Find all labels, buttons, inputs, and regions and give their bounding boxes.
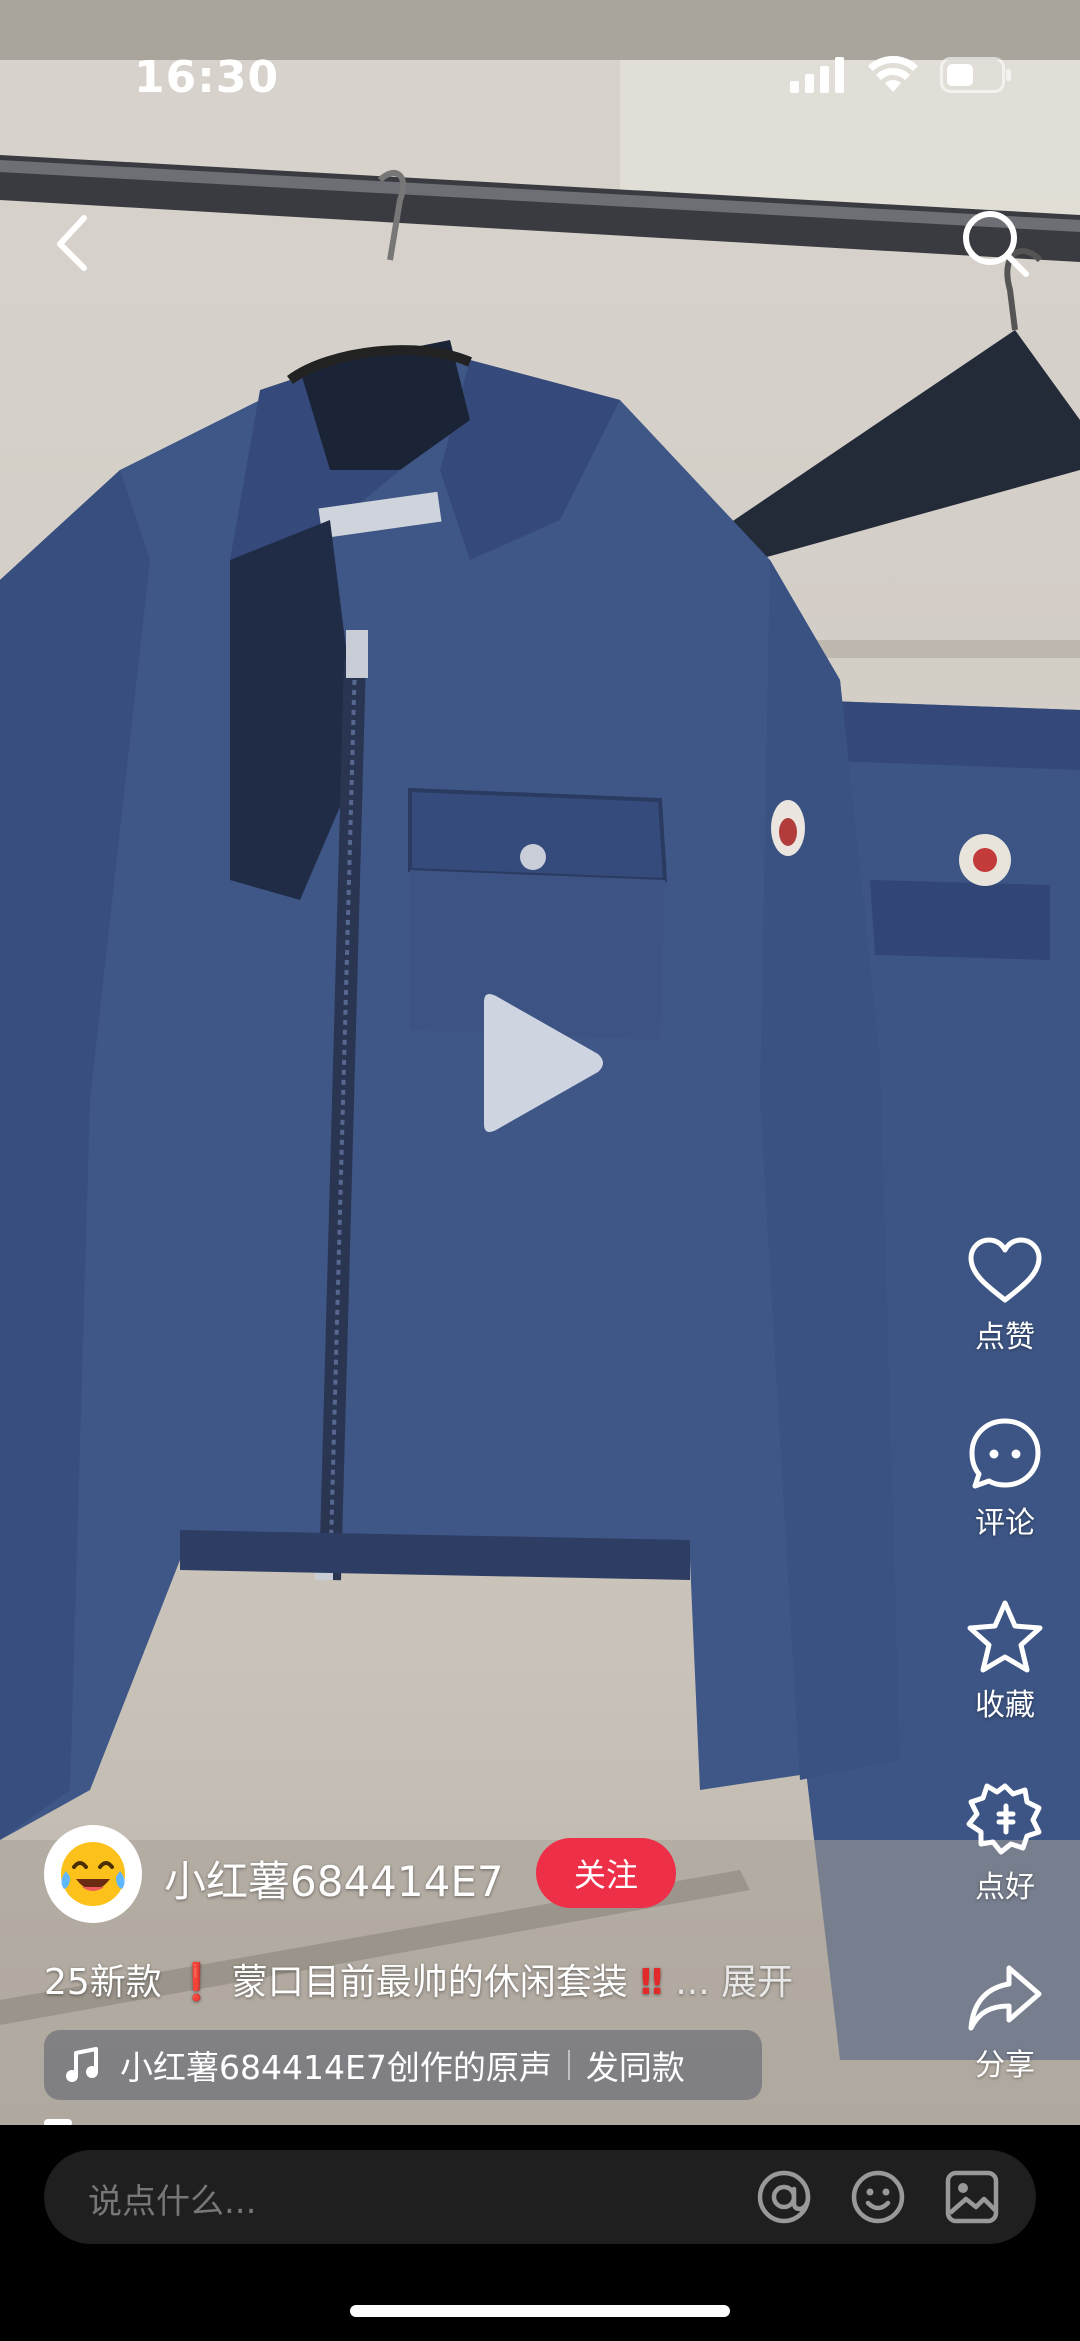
status-time: 16:30	[134, 52, 280, 103]
music-divider	[567, 2050, 570, 2080]
share-button[interactable]: 分享	[955, 1962, 1055, 2084]
caption-text-a: 25新款	[44, 1962, 162, 2003]
music-track-name: 小红薯684414E7创作的原声	[120, 2048, 552, 2087]
heart-icon	[968, 1237, 1042, 1303]
play-icon	[484, 994, 603, 1132]
search-icon	[963, 211, 1029, 277]
share-label: 分享	[975, 2048, 1035, 2083]
mention-at-icon[interactable]	[754, 2167, 814, 2227]
comment-bubble-icon	[969, 1418, 1041, 1489]
music-pill[interactable]: 小红薯684414E7创作的原声 发同款	[44, 2030, 762, 2100]
collect-label: 收藏	[975, 1688, 1035, 1723]
double-exclamation-icon: ‼	[627, 1962, 676, 2003]
post-caption[interactable]: 25新款 ❗ 蒙口目前最帅的休闲套装 ‼ ... 展开	[44, 1953, 793, 2005]
expand-link[interactable]: ... 展开	[675, 1962, 793, 2003]
wifi-icon	[868, 56, 918, 92]
image-icon[interactable]	[942, 2167, 1002, 2227]
like-button[interactable]: 点赞	[955, 1236, 1055, 1356]
comment-placeholder: 说点什么...	[88, 2182, 257, 2222]
exclamation-icon: ❗	[161, 1962, 232, 2003]
comment-label: 评论	[975, 1506, 1035, 1541]
search-button[interactable]	[958, 206, 1034, 282]
author-avatar[interactable]	[44, 1825, 142, 1923]
crying-laughing-emoji-icon	[61, 1842, 125, 1906]
star-icon	[967, 1600, 1043, 1673]
follow-button[interactable]: 关注	[536, 1838, 676, 1908]
caption-text-b: 蒙口目前最帅的休闲套装	[231, 1962, 628, 2003]
like-label: 点赞	[975, 1320, 1035, 1355]
share-arrow-icon	[968, 1965, 1042, 2031]
comment-input[interactable]: 说点什么...	[44, 2150, 1036, 2244]
use-same-sound-button[interactable]: 发同款	[586, 2041, 685, 2089]
battery-icon	[940, 57, 1011, 93]
cellular-signal-icon	[790, 57, 844, 93]
good-button[interactable]: 点好	[955, 1780, 1055, 1906]
good-label: 点好	[975, 1870, 1035, 1905]
home-indicator[interactable]	[350, 2305, 730, 2317]
back-button[interactable]	[46, 206, 102, 278]
author-name[interactable]: 小红薯684414E7	[164, 1848, 504, 1909]
comment-button[interactable]: 评论	[955, 1416, 1055, 1542]
play-button[interactable]	[470, 988, 610, 1138]
music-note-icon	[66, 2047, 98, 2082]
emoji-icon[interactable]	[848, 2167, 908, 2227]
collect-button[interactable]: 收藏	[955, 1598, 1055, 1724]
status-icons	[790, 56, 1012, 94]
chevron-left-icon	[57, 215, 87, 271]
sticker-badge-icon	[966, 1783, 1042, 1855]
